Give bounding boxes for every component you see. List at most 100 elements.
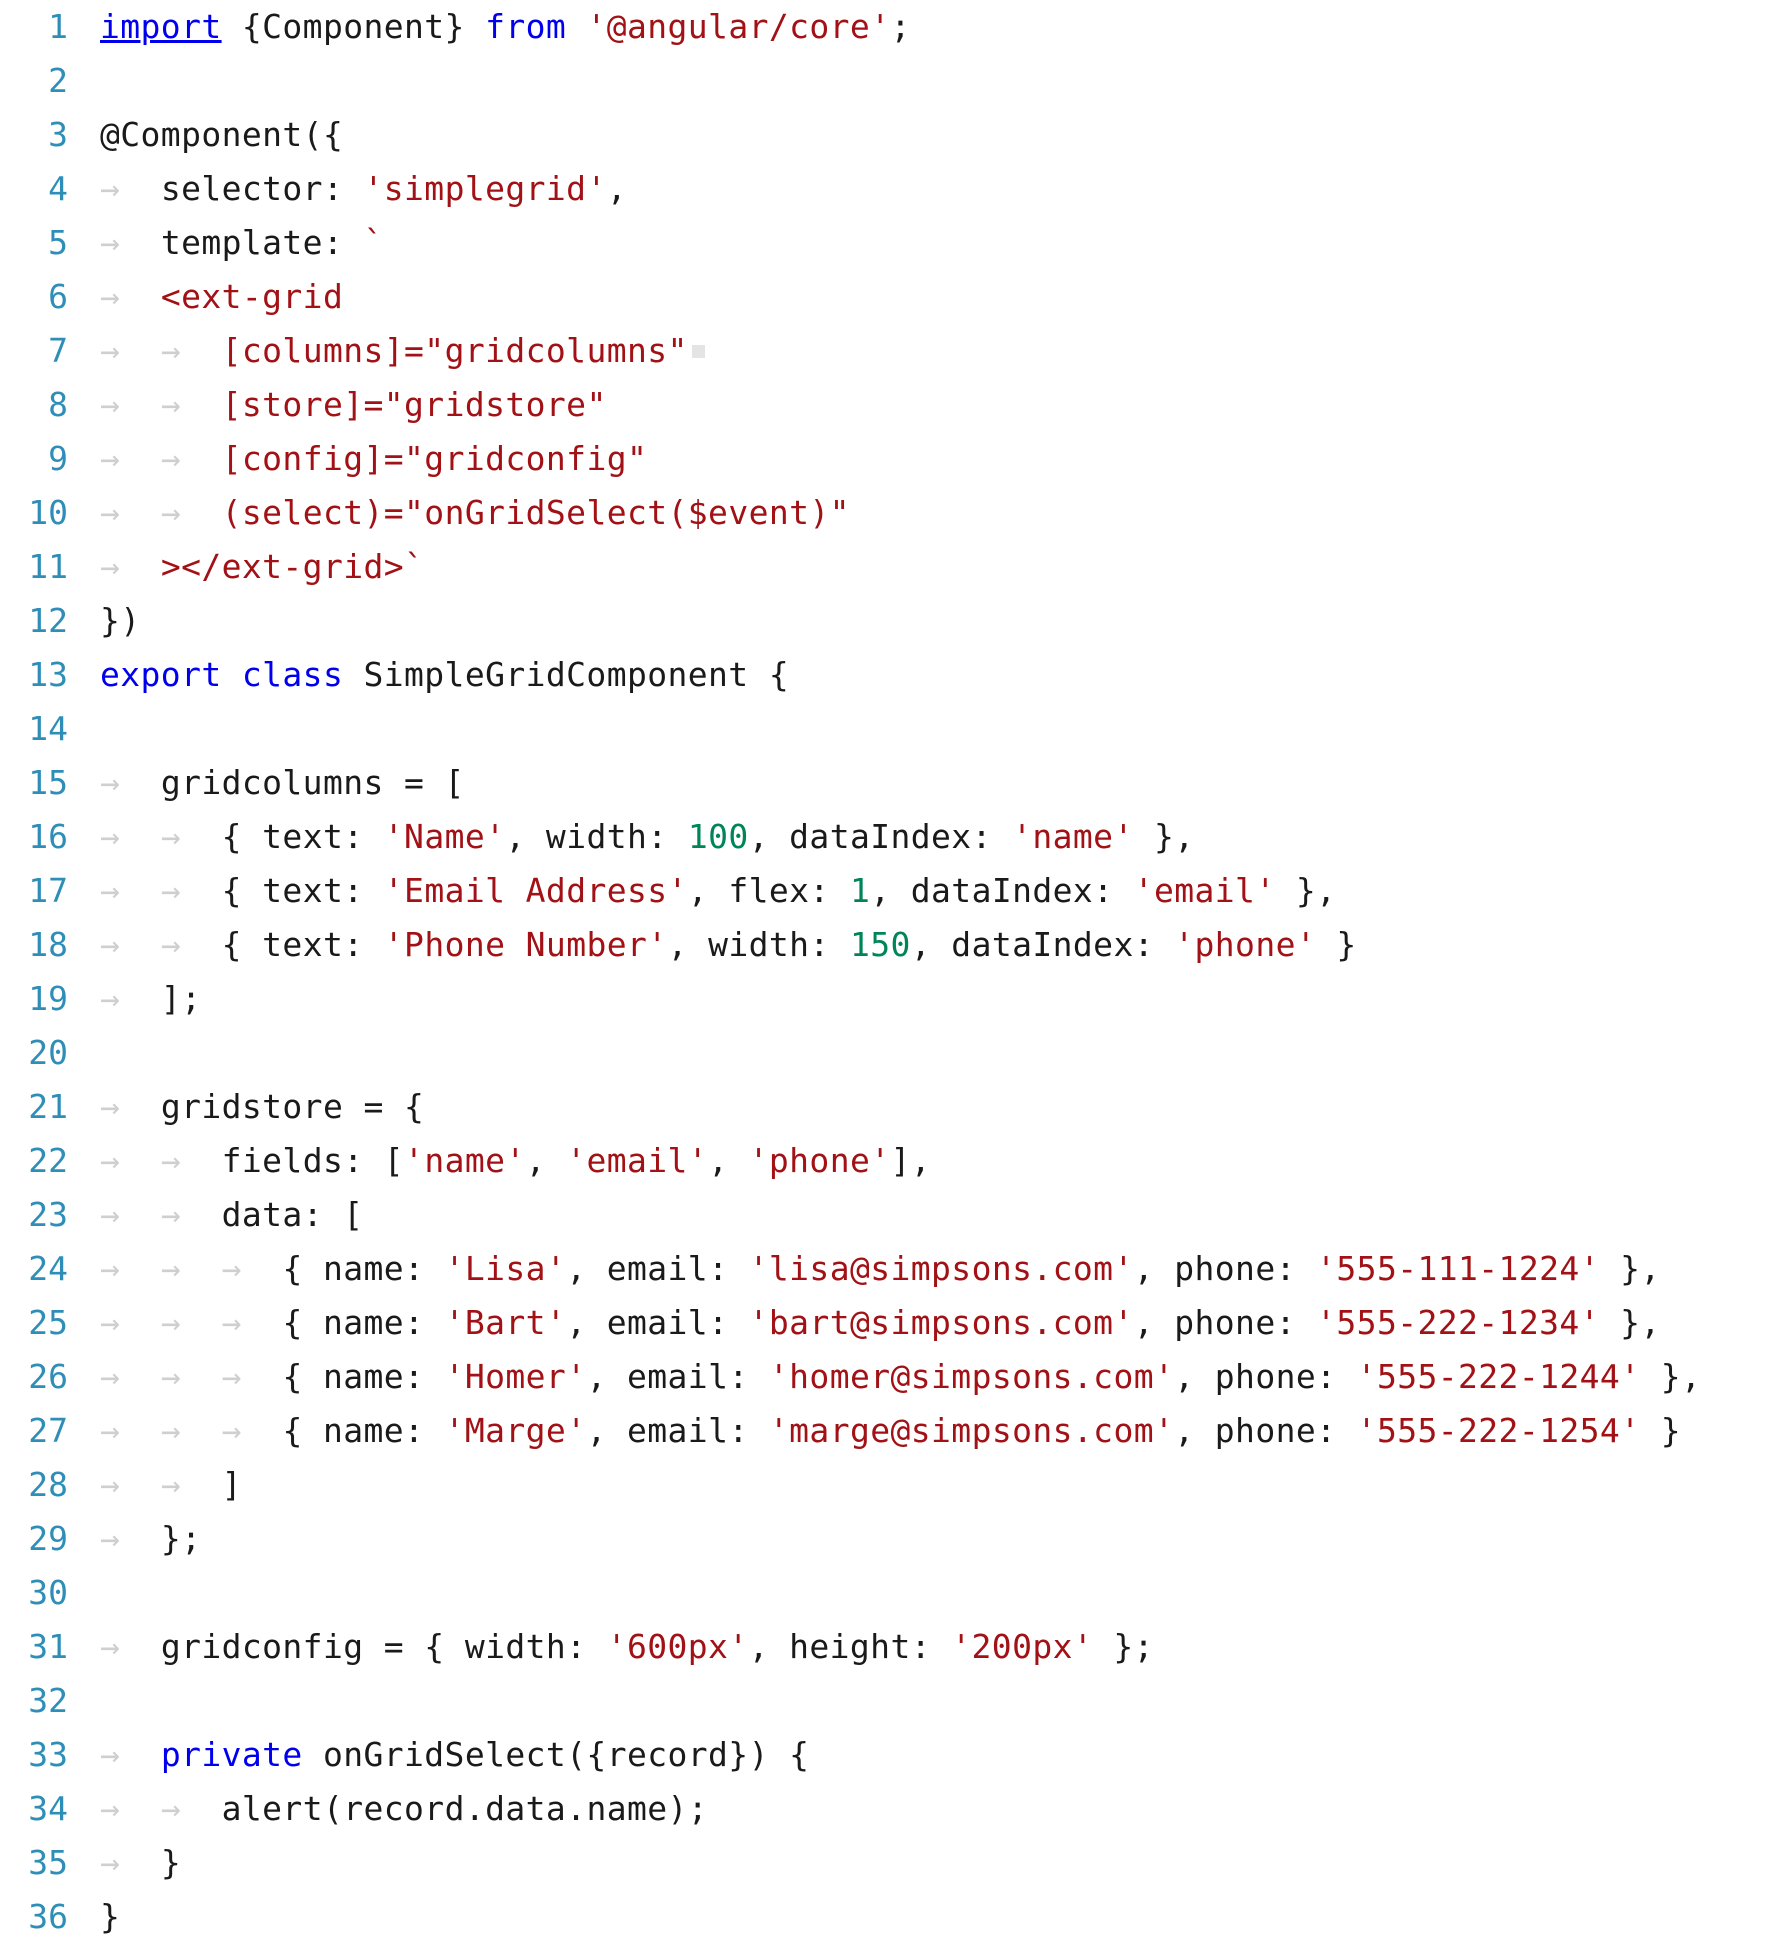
code-token: 'Homer' — [444, 1357, 587, 1396]
line-content: → → → { name: 'Lisa', email: 'lisa@simps… — [68, 1242, 1661, 1296]
line-content: → private onGridSelect({record}) { — [68, 1728, 809, 1782]
tab-marker-icon: → — [100, 1195, 161, 1234]
code-token: '555-222-1244' — [1356, 1357, 1641, 1396]
tab-marker-icon: → — [160, 1465, 222, 1504]
code-line[interactable]: 22 → → fields: ['name', 'email', 'phone']… — [0, 1134, 1788, 1188]
line-content: → → → { name: 'Bart', email: 'bart@simps… — [68, 1296, 1661, 1350]
tab-marker-icon: → — [100, 1141, 161, 1180]
code-token: 'lisa@simpsons.com' — [748, 1249, 1134, 1288]
line-content: → } — [68, 1836, 181, 1890]
code-line[interactable]: 13 export class SimpleGridComponent { — [0, 648, 1788, 702]
code-line[interactable]: 16 → → { text: 'Name', width: 100, dataIn… — [0, 810, 1788, 864]
code-line[interactable]: 24 → → → { name: 'Lisa', email: 'lisa@sim… — [0, 1242, 1788, 1296]
code-line[interactable]: 1 import {Component} from '@angular/core'… — [0, 0, 1788, 54]
code-editor-view[interactable]: 1 import {Component} from '@angular/core'… — [0, 0, 1788, 1942]
line-number: 6 — [48, 277, 68, 316]
tab-marker-icon: → — [160, 439, 222, 478]
code-token: { name: — [282, 1357, 445, 1396]
code-token: , width: — [667, 925, 850, 964]
code-line[interactable]: 32 — [0, 1674, 1788, 1728]
code-token: { name: — [282, 1411, 445, 1450]
code-line[interactable]: 29 → }; — [0, 1512, 1788, 1566]
code-line[interactable]: 5 → template: ` — [0, 216, 1788, 270]
code-line[interactable]: 34 → → alert(record.data.name); — [0, 1782, 1788, 1836]
code-line[interactable]: 27 → → → { name: 'Marge', email: 'marge@s… — [0, 1404, 1788, 1458]
code-token: import — [100, 7, 222, 46]
code-token: {Component} — [221, 7, 486, 46]
code-line[interactable]: 30 — [0, 1566, 1788, 1620]
code-line[interactable]: 6 → <ext-grid — [0, 270, 1788, 324]
line-number: 1 — [48, 7, 68, 46]
code-line[interactable]: 17 → → { text: 'Email Address', flex: 1, … — [0, 864, 1788, 918]
code-line[interactable]: 15 → gridcolumns = [ — [0, 756, 1788, 810]
line-content: → → { text: 'Email Address', flex: 1, da… — [68, 864, 1336, 918]
tab-marker-icon: → — [100, 223, 161, 262]
code-token: , email: — [566, 1249, 749, 1288]
line-content: → gridconfig = { width: '600px', height:… — [68, 1620, 1154, 1674]
code-token: , width: — [505, 817, 688, 856]
code-token: ], — [890, 1141, 932, 1180]
code-line[interactable]: 36} — [0, 1890, 1788, 1944]
tab-marker-icon: → — [100, 1249, 161, 1288]
tab-marker-icon: → — [221, 1303, 283, 1342]
line-number: 26 — [28, 1357, 68, 1396]
tab-marker-icon: → — [160, 385, 222, 424]
code-line[interactable]: 33 → private onGridSelect({record}) { — [0, 1728, 1788, 1782]
code-token: 'Lisa' — [444, 1249, 567, 1288]
code-line[interactable]: 26 → → → { name: 'Homer', email: 'homer@s… — [0, 1350, 1788, 1404]
code-line[interactable]: 31 → gridconfig = { width: '600px', heigh… — [0, 1620, 1788, 1674]
code-line[interactable]: 10 → → (select)="onGridSelect($event)" — [0, 486, 1788, 540]
line-content: }) — [68, 594, 141, 648]
line-number: 34 — [28, 1789, 68, 1828]
code-token: , height: — [748, 1627, 952, 1666]
code-token: 'bart@simpsons.com' — [748, 1303, 1134, 1342]
code-line[interactable]: 8 → → [store]="gridstore" — [0, 378, 1788, 432]
line-content: → <ext-grid — [68, 270, 343, 324]
line-number: 23 — [28, 1195, 68, 1234]
line-content: → → [store]="gridstore" — [68, 378, 607, 432]
code-line[interactable]: 14 — [0, 702, 1788, 756]
code-token: '555-222-1234' — [1316, 1303, 1600, 1342]
tab-marker-icon: → — [100, 1627, 161, 1666]
code-line[interactable]: 23 → → data: [ — [0, 1188, 1788, 1242]
code-token: } — [160, 1843, 182, 1882]
tab-marker-icon: → — [100, 1411, 161, 1450]
code-token: , email: — [586, 1411, 769, 1450]
code-line[interactable]: 7 → → [columns]="gridcolumns" — [0, 324, 1788, 378]
code-token: template: — [160, 223, 364, 262]
code-token: 'name' — [1012, 817, 1134, 856]
code-line[interactable]: 2 — [0, 54, 1788, 108]
code-line[interactable]: 4 → selector: 'simplegrid', — [0, 162, 1788, 216]
tab-marker-icon: → — [100, 169, 161, 208]
code-token: { name: — [282, 1249, 445, 1288]
code-line[interactable]: 3 @Component({ — [0, 108, 1788, 162]
tab-marker-icon: → — [160, 871, 222, 910]
trailing-space-marker — [691, 345, 705, 358]
code-token: 'phone' — [1174, 925, 1317, 964]
line-number: 18 — [28, 925, 68, 964]
code-line[interactable]: 21 → gridstore = { — [0, 1080, 1788, 1134]
code-line[interactable]: 20 — [0, 1026, 1788, 1080]
code-token: }; — [1093, 1627, 1154, 1666]
code-line[interactable]: 35 → } — [0, 1836, 1788, 1890]
code-token: gridstore = { — [160, 1087, 425, 1126]
code-token: [columns]="gridcolumns" — [221, 331, 688, 370]
line-content: → gridstore = { — [68, 1080, 424, 1134]
code-token: , email: — [586, 1357, 769, 1396]
code-token: 100 — [687, 817, 749, 856]
code-line[interactable]: 12}) — [0, 594, 1788, 648]
code-token: alert(record.data.name); — [221, 1789, 709, 1828]
code-token: , phone: — [1133, 1249, 1317, 1288]
line-number: 11 — [28, 547, 68, 586]
code-token: } — [100, 1897, 121, 1936]
code-token: from — [485, 7, 567, 46]
code-line[interactable]: 25 → → → { name: 'Bart', email: 'bart@sim… — [0, 1296, 1788, 1350]
code-token: , phone: — [1133, 1303, 1317, 1342]
code-line[interactable]: 11 → ></ext-grid>` — [0, 540, 1788, 594]
code-token: }, — [1275, 871, 1337, 910]
tab-marker-icon: → — [100, 817, 161, 856]
code-line[interactable]: 19 → ]; — [0, 972, 1788, 1026]
code-line[interactable]: 18 → → { text: 'Phone Number', width: 150… — [0, 918, 1788, 972]
code-line[interactable]: 28 → → ] — [0, 1458, 1788, 1512]
code-line[interactable]: 9 → → [config]="gridconfig" — [0, 432, 1788, 486]
